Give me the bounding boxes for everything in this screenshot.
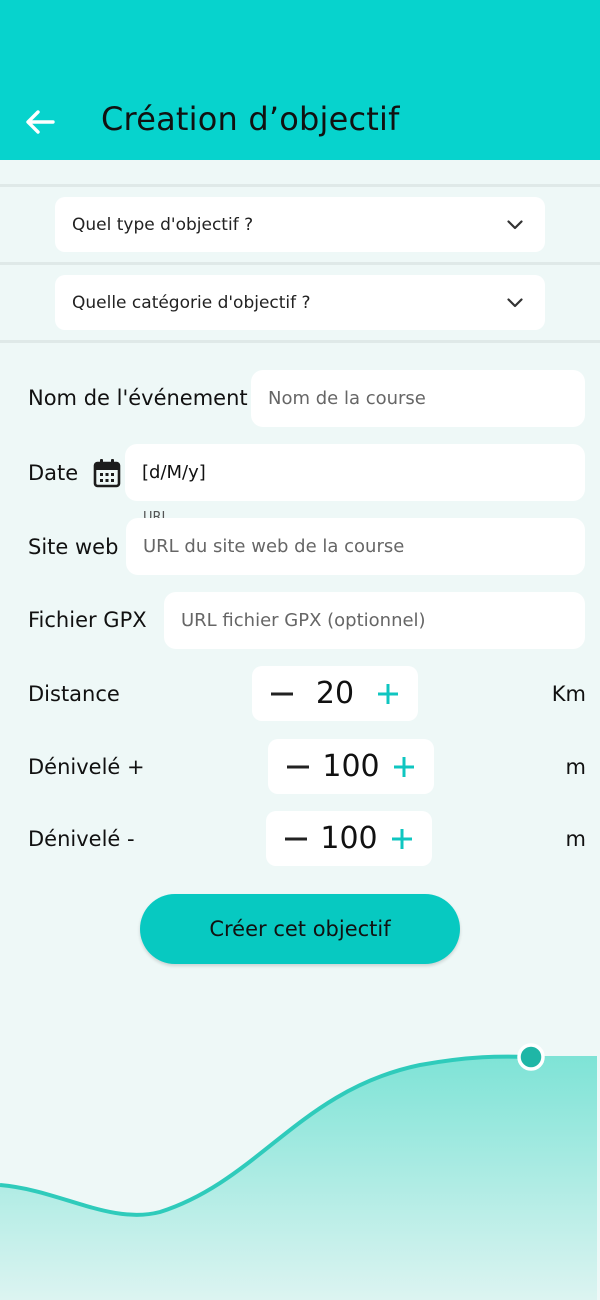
website-label: Site web [28, 535, 119, 559]
chevron-down-icon [507, 297, 523, 307]
event-name-field-box [251, 370, 585, 427]
wave-end-dot [517, 1043, 545, 1071]
page-title: Création d’objectif [101, 100, 400, 138]
back-button[interactable] [22, 102, 58, 142]
elevation-gain-decrement-button[interactable] [284, 753, 312, 781]
elevation-loss-increment-button[interactable] [388, 825, 416, 853]
gpx-field-box [164, 592, 585, 649]
gpx-label: Fichier GPX [28, 608, 147, 632]
elevation-loss-decrement-button[interactable] [282, 825, 310, 853]
elevation-gain-stepper: 100 [268, 739, 434, 794]
elevation-loss-label: Dénivelé - [28, 827, 135, 851]
distance-unit: Km [551, 682, 586, 706]
elevation-wave-illustration [0, 1043, 597, 1300]
app-header: Création d’objectif [0, 0, 600, 160]
create-objective-button[interactable]: Créer cet objectif [140, 894, 460, 964]
minus-icon [287, 765, 309, 768]
elevation-gain-increment-button[interactable] [390, 753, 418, 781]
objective-type-label: Quel type d'objectif ? [72, 214, 254, 235]
distance-decrement-button[interactable] [268, 680, 296, 708]
minus-icon [285, 837, 307, 840]
objective-type-dropdown[interactable]: Quel type d'objectif ? [55, 197, 545, 252]
objective-category-dropdown[interactable]: Quelle catégorie d'objectif ? [55, 275, 545, 330]
website-input[interactable] [143, 536, 585, 557]
chevron-down-icon [507, 219, 523, 229]
distance-value: 20 [315, 676, 355, 711]
divider [0, 262, 600, 265]
plus-icon [393, 756, 414, 777]
website-field-box [126, 518, 585, 575]
plus-icon [378, 683, 398, 704]
distance-label: Distance [28, 682, 120, 706]
plus-icon [391, 828, 412, 849]
minus-icon [271, 692, 293, 695]
elevation-loss-stepper: 100 [266, 811, 432, 866]
distance-increment-button[interactable] [374, 680, 402, 708]
elevation-gain-unit: m [565, 755, 586, 779]
elevation-gain-label: Dénivelé + [28, 755, 145, 779]
divider [0, 340, 600, 343]
elevation-loss-unit: m [565, 827, 586, 851]
objective-category-label: Quelle catégorie d'objectif ? [72, 292, 311, 313]
divider [0, 184, 600, 187]
elevation-gain-value: 100 [322, 749, 380, 784]
event-name-input[interactable] [268, 388, 585, 409]
gpx-input[interactable] [181, 610, 585, 631]
date-field-box [125, 444, 585, 501]
arrow-left-icon [26, 110, 55, 134]
date-input[interactable] [142, 462, 585, 483]
distance-stepper: 20 [252, 666, 418, 721]
event-name-label: Nom de l'événement [28, 386, 248, 410]
calendar-icon[interactable] [93, 458, 121, 488]
date-label: Date [28, 461, 79, 485]
elevation-loss-value: 100 [320, 821, 378, 856]
wave-fill [0, 1056, 597, 1300]
